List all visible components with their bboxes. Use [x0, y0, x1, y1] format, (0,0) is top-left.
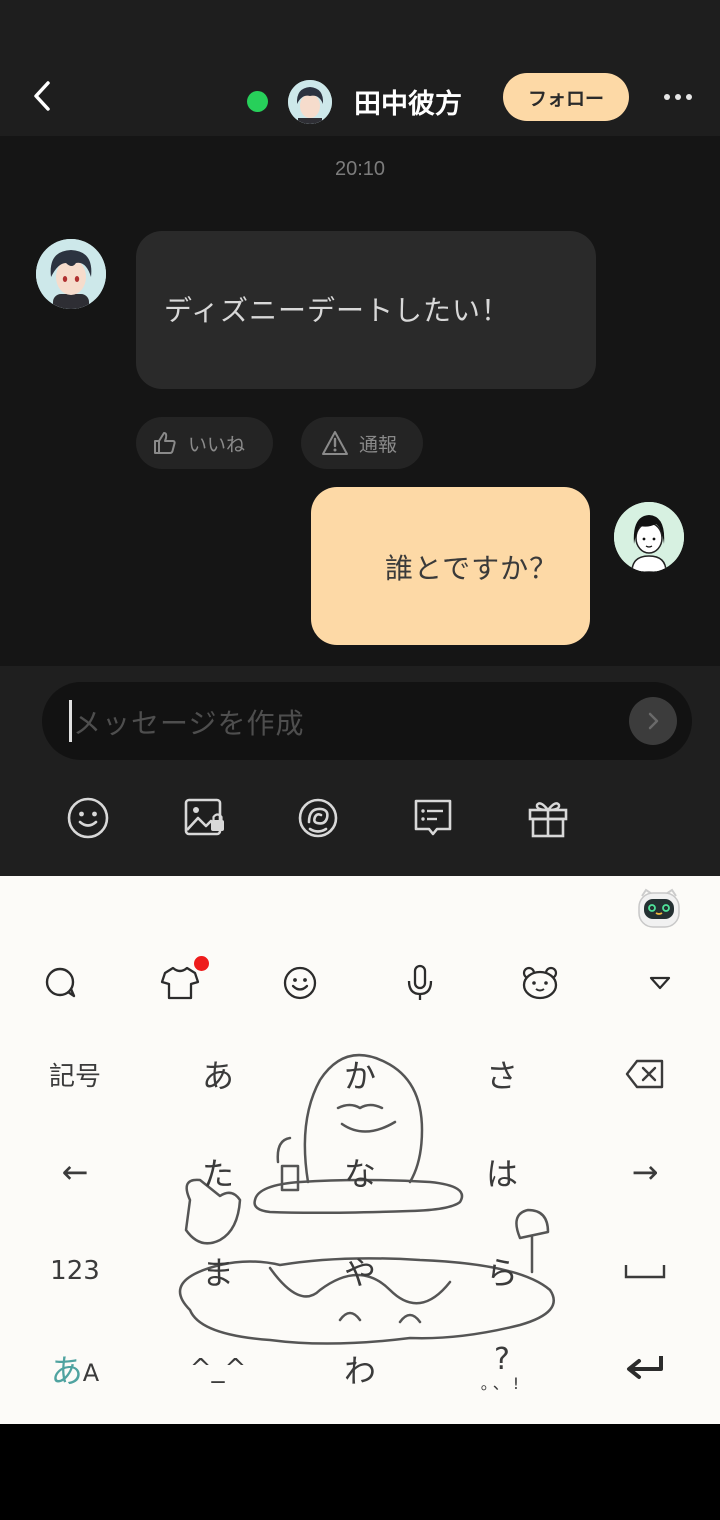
- chat-header: 田中彼方 フォロー: [0, 56, 720, 136]
- kb-theme-button[interactable]: [159, 962, 201, 1004]
- my-avatar[interactable]: [614, 502, 684, 572]
- send-button[interactable]: [629, 697, 677, 745]
- punct-sub: 。、!: [480, 1374, 524, 1393]
- thumbs-up-icon: [154, 432, 176, 454]
- collapse-icon: [649, 976, 671, 990]
- key-ra[interactable]: ら: [442, 1231, 562, 1311]
- contact-name[interactable]: 田中彼方: [354, 82, 462, 121]
- key-left-arrow[interactable]: ←: [15, 1132, 135, 1212]
- report-button[interactable]: 通報: [301, 417, 423, 469]
- kb-sticker-button[interactable]: [519, 962, 561, 1004]
- chat-area[interactable]: 20:10 ディズニーデートしたい！ いいね 通報 誰とですか？: [0, 136, 720, 666]
- message-placeholder: メッセージを作成: [73, 707, 305, 740]
- chevron-right-icon: [648, 712, 659, 730]
- key-backspace[interactable]: [585, 1034, 705, 1114]
- key-punctuation[interactable]: ? 。、!: [442, 1329, 562, 1409]
- kb-collapse-button[interactable]: [639, 962, 681, 1004]
- sticker-icon: [298, 798, 338, 838]
- online-status-dot: [247, 91, 268, 112]
- key-wa[interactable]: わ: [300, 1329, 420, 1409]
- emoji-icon: [283, 966, 317, 1000]
- space-icon: [624, 1265, 666, 1279]
- key-space[interactable]: [585, 1231, 705, 1311]
- kb-emoji-button[interactable]: [279, 962, 321, 1004]
- like-label: いいね: [188, 433, 246, 456]
- backspace-icon: [625, 1059, 664, 1089]
- back-button[interactable]: [22, 74, 62, 118]
- message-composer: メッセージを作成: [0, 666, 720, 876]
- key-na[interactable]: な: [300, 1132, 420, 1212]
- search-icon: [45, 967, 76, 998]
- image-lock-icon: [184, 798, 224, 836]
- text-caret: [69, 700, 72, 742]
- avatar[interactable]: [288, 80, 332, 124]
- key-input-mode[interactable]: あA: [15, 1329, 135, 1409]
- key-ka[interactable]: か: [300, 1034, 420, 1114]
- key-kaomoji[interactable]: ^_^: [158, 1329, 278, 1409]
- gift-icon: [528, 802, 568, 838]
- input-mode-kana: あ: [50, 1352, 83, 1390]
- kb-search-button[interactable]: [40, 962, 82, 1004]
- message-box-icon: [414, 799, 452, 836]
- key-a[interactable]: あ: [158, 1034, 278, 1114]
- system-navigation-bar: [0, 1424, 720, 1520]
- key-ma[interactable]: ま: [158, 1231, 278, 1311]
- punct-main: ?: [494, 1342, 510, 1377]
- key-sa[interactable]: さ: [442, 1034, 562, 1114]
- image-button[interactable]: [180, 794, 228, 842]
- input-mode-alpha: A: [82, 1359, 100, 1387]
- more-options-button[interactable]: [654, 80, 702, 114]
- bear-icon: [522, 966, 558, 1000]
- kb-voice-button[interactable]: [399, 962, 441, 1004]
- key-symbols[interactable]: 記号: [15, 1034, 135, 1114]
- follow-button[interactable]: フォロー: [503, 73, 629, 121]
- sender-avatar[interactable]: [36, 239, 106, 309]
- key-ha[interactable]: は: [442, 1132, 562, 1212]
- key-right-arrow[interactable]: →: [585, 1132, 705, 1212]
- mic-icon: [407, 964, 433, 1000]
- more-dots-icon: [664, 94, 692, 100]
- outgoing-message-bubble[interactable]: 誰とですか？: [311, 487, 590, 645]
- emoji-button[interactable]: [64, 794, 112, 842]
- enter-icon: [627, 1356, 663, 1379]
- message-card-button[interactable]: [409, 794, 457, 842]
- warning-icon: [322, 431, 348, 455]
- gift-button[interactable]: [524, 794, 572, 842]
- smile-icon: [67, 797, 109, 839]
- sticker-button[interactable]: [294, 794, 342, 842]
- key-ta[interactable]: た: [158, 1132, 278, 1212]
- key-enter[interactable]: [585, 1329, 705, 1409]
- report-label: 通報: [359, 433, 398, 456]
- message-timestamp: 20:10: [334, 158, 386, 180]
- tshirt-icon: [160, 966, 200, 1000]
- key-numbers[interactable]: 123: [15, 1231, 135, 1311]
- incoming-message-bubble[interactable]: ディズニーデートしたい！: [136, 231, 596, 389]
- message-input[interactable]: メッセージを作成: [42, 682, 692, 760]
- like-button[interactable]: いいね: [136, 417, 273, 469]
- key-ya[interactable]: や: [300, 1231, 420, 1311]
- status-bar: [0, 0, 720, 56]
- robot-mascot-icon[interactable]: [636, 888, 682, 930]
- notification-badge: [194, 956, 209, 971]
- chevron-left-icon: [34, 81, 50, 111]
